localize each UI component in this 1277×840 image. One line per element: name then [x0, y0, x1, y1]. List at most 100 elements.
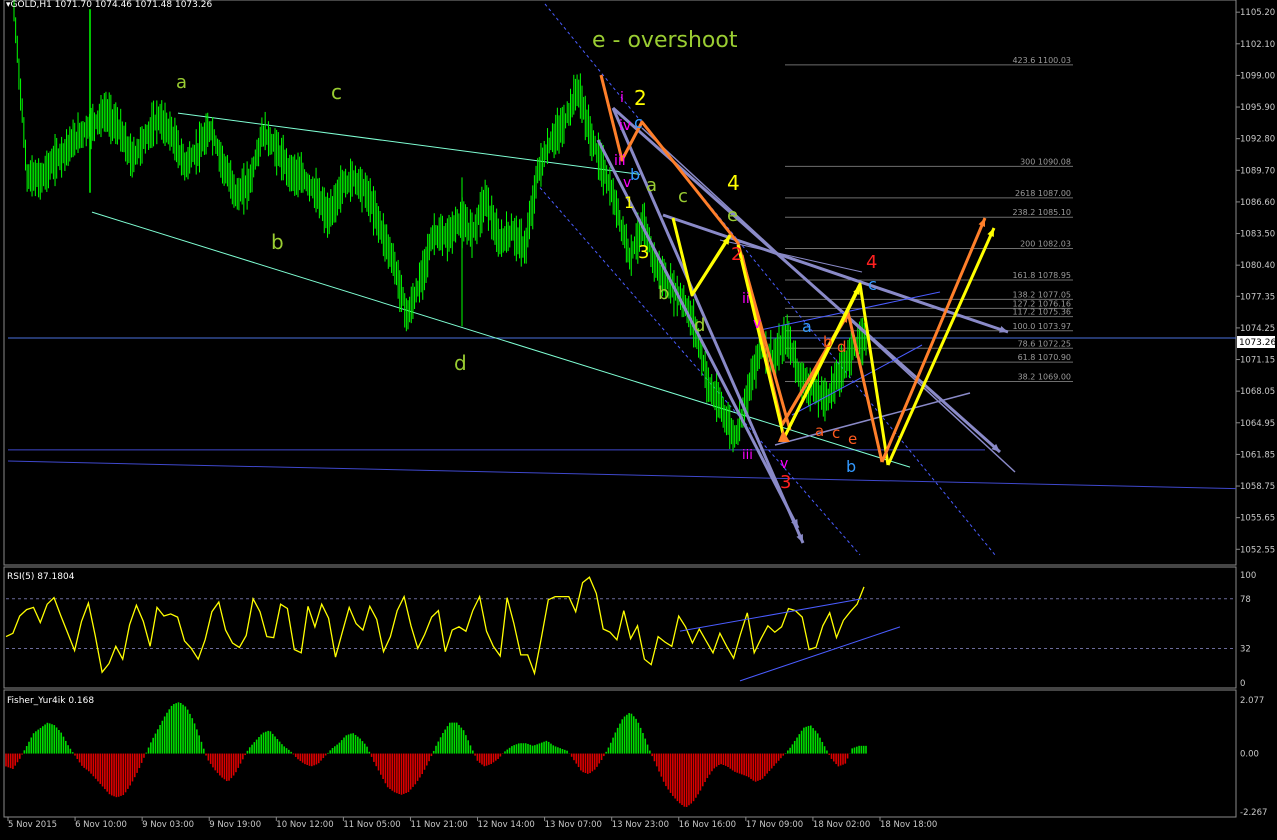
yellow-arrow — [690, 235, 732, 296]
price-tick-label: 1092.80 — [1240, 135, 1275, 145]
wave-label: v — [780, 456, 788, 472]
yellow-arrow — [886, 227, 996, 466]
time-tick-label: 12 Nov 14:00 — [478, 820, 535, 830]
wave-label: b — [630, 165, 640, 184]
rsi-trendline — [679, 598, 863, 632]
fib-level-label: 2618 1087.00 — [1015, 189, 1071, 198]
wave-label: 2 — [634, 86, 647, 110]
fib-level-label: 61.8 1070.90 — [1018, 353, 1071, 362]
wave-label: b — [271, 230, 284, 254]
wave-label: e - overshoot — [592, 28, 738, 53]
time-tick-label: 5 Nov 2015 — [8, 820, 57, 830]
time-tick-label: 6 Nov 10:00 — [75, 820, 127, 830]
rsi-title: RSI(5) 87.1804 — [7, 572, 75, 582]
fib-level-label: 78.6 1072.25 — [1018, 339, 1071, 348]
time-tick-label: 16 Nov 16:00 — [679, 820, 736, 830]
symbol-header: ▾GOLD,H1 1071.70 1074.46 1071.48 1073.26 — [6, 0, 212, 10]
time-tick-label: 18 Nov 18:00 — [880, 820, 937, 830]
time-tick-label: 11 Nov 05:00 — [343, 820, 400, 830]
wave-label: 4 — [866, 252, 877, 273]
price-tick-label: 1052.55 — [1240, 545, 1275, 555]
price-panel: 423.6 1100.03300 1090.082618 1087.00238.… — [7, 0, 1237, 556]
projection-arrow-head — [999, 326, 1008, 333]
rsi-tick-label: 0 — [1240, 679, 1245, 689]
wave-label: c — [634, 113, 643, 132]
fib-level-label: 161.8 1078.95 — [1012, 271, 1071, 280]
price-tick-label: 1089.70 — [1240, 166, 1275, 176]
fib-level-label: 138.2 1077.05 — [1012, 290, 1071, 299]
time-tick-label: 9 Nov 03:00 — [142, 820, 194, 830]
time-tick-label: 17 Nov 09:00 — [746, 820, 803, 830]
wave-label: c — [678, 186, 688, 207]
wave-label: iii — [614, 153, 626, 169]
price-tick-label: 1061.85 — [1240, 450, 1275, 460]
price-tick-label: 1071.15 — [1240, 356, 1275, 366]
rsi-tick-label: 100 — [1240, 571, 1256, 581]
support-trendline — [7, 460, 1237, 490]
time-tick-label: 9 Nov 19:00 — [209, 820, 261, 830]
price-tick-label: 1095.90 — [1240, 103, 1275, 113]
wave-label: a — [176, 72, 187, 93]
wave-label: d — [454, 351, 467, 375]
price-tick-label: 1068.05 — [1240, 387, 1275, 397]
wave-label: i — [620, 90, 624, 106]
wave-label: a — [646, 175, 657, 196]
rsi-panel — [5, 576, 1234, 682]
price-tick-label: 1055.65 — [1240, 514, 1275, 524]
wave-label: b — [658, 283, 669, 304]
price-tick-label: 1105.20 — [1240, 8, 1275, 18]
time-tick-label: 13 Nov 07:00 — [545, 820, 602, 830]
wave-label: c — [868, 275, 877, 294]
wave-label: a — [815, 422, 824, 440]
time-tick-label: 18 Nov 02:00 — [813, 820, 870, 830]
wave-label: v — [753, 316, 761, 332]
fib-level-label: 38.2 1069.00 — [1018, 372, 1071, 381]
fib-level-label: 200 1082.03 — [1020, 240, 1071, 249]
price-tick-label: 1064.95 — [1240, 419, 1275, 429]
chart-canvas[interactable]: 423.6 1100.03300 1090.082618 1087.00238.… — [0, 0, 1277, 836]
wave-label: 1 — [624, 193, 634, 212]
wave-label: 3 — [780, 472, 791, 493]
projection-arrow — [611, 107, 805, 544]
fisher-tick-label: 2.077 — [1240, 696, 1264, 706]
wave-label: 3 — [638, 242, 649, 263]
wave-label: d — [837, 338, 847, 356]
fib-level-label: 423.6 1100.03 — [1012, 56, 1071, 65]
wave-label: 4 — [727, 171, 740, 195]
wave-label: c — [832, 424, 840, 442]
rsi-line — [5, 576, 865, 676]
wave-label: a — [802, 317, 812, 336]
fib-level-label: 100.0 1073.97 — [1012, 322, 1071, 331]
wave-label: 2 — [731, 244, 742, 265]
wave-label: b — [823, 333, 833, 351]
time-tick-label: 13 Nov 23:00 — [612, 820, 669, 830]
wave-label: d — [694, 315, 705, 336]
price-tick-label: 1099.00 — [1240, 71, 1275, 81]
time-tick-label: 11 Nov 21:00 — [410, 820, 467, 830]
wave-label: ii — [742, 291, 750, 307]
fib-level-label: 117.2 1075.36 — [1012, 308, 1071, 317]
fisher-tick-label: -2.267 — [1240, 808, 1267, 818]
price-tick-label: 1080.40 — [1240, 261, 1275, 271]
time-tick-label: 10 Nov 12:00 — [276, 820, 333, 830]
current-price-label: 1073.26 — [1239, 338, 1276, 348]
price-tick-label: 1074.25 — [1240, 324, 1275, 334]
fib-level-label: 300 1090.08 — [1020, 157, 1071, 166]
price-tick-label: 1083.50 — [1240, 230, 1275, 240]
fib-level-label: 238.2 1085.10 — [1012, 208, 1071, 217]
wave-label: iii — [742, 448, 753, 463]
price-tick-label: 1058.75 — [1240, 482, 1275, 492]
wave-label: b — [846, 457, 856, 476]
chart-window: 423.6 1100.03 300 1090.08 2618 1087.00 238.… — [0, 0, 1277, 836]
wave-label: iv — [619, 118, 631, 134]
fisher-title: Fisher_Yur4ik 0.168 — [7, 696, 94, 706]
rsi-tick-label: 32 — [1240, 644, 1251, 654]
fisher-tick-label: 0.00 — [1240, 750, 1259, 760]
price-tick-label: 1102.10 — [1240, 40, 1275, 50]
price-tick-label: 1077.35 — [1240, 292, 1275, 302]
wave-label: c — [331, 80, 342, 104]
wave-label: e — [848, 430, 857, 448]
fisher-panel — [5, 702, 867, 807]
price-tick-label: 1086.60 — [1240, 198, 1275, 208]
wave-label: e — [727, 205, 738, 226]
